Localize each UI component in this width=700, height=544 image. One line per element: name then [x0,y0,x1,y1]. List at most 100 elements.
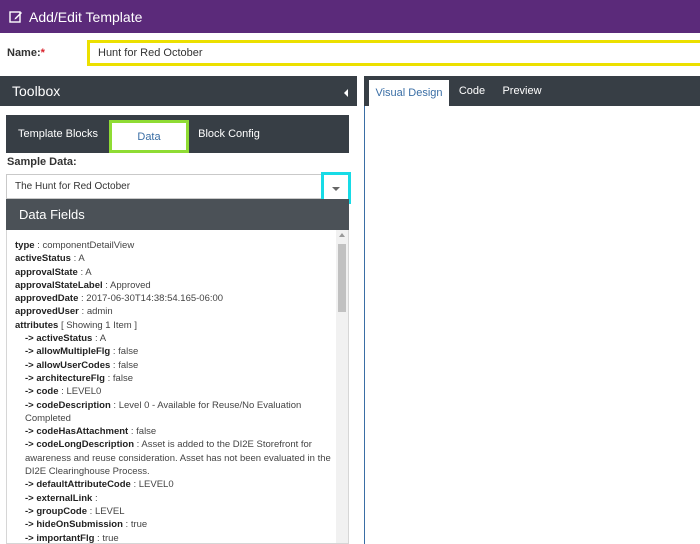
data-field-value: 2017-06-30T14:38:54.165-06:00 [86,293,224,305]
data-field-key: approvalState [15,266,78,278]
data-field-row: approvedUser : admin [15,305,335,318]
data-field-value: false [112,372,133,384]
data-field-value: A [99,333,107,345]
data-field-key: -> codeLongDescription [25,439,134,451]
tab-block-config[interactable]: Block Config [189,115,269,153]
data-field-value: false [118,346,139,358]
data-field-key: activeStatus [15,253,71,265]
name-row: Name:* [0,33,700,75]
scrollbar[interactable] [336,230,348,543]
window-title: Add/Edit Template [29,8,143,25]
tab-visual-design[interactable]: Visual Design [369,80,449,106]
caret-down-icon [331,179,341,197]
data-field-row: approvalStateLabel : Approved [15,279,335,292]
data-field-key: -> codeHasAttachment [25,426,129,438]
toolbox-title: Toolbox [12,83,61,99]
data-field-row: activeStatus : A [15,252,335,265]
data-field-row: -> allowUserCodes : false [15,359,335,372]
data-field-separator: : [130,479,139,491]
name-input[interactable] [87,40,700,66]
data-field-value: LEVEL0 [138,479,174,491]
required-mark: * [40,47,45,59]
data-field-row: -> defaultAttributeCode : LEVEL0 [15,478,335,491]
toolbox-panel: Template Blocks Data Block Config Sample… [0,106,357,544]
data-field-row: -> codeDescription : Level 0 - Available… [15,399,335,426]
data-field-row: -> hideOnSubmission : true [15,518,335,531]
sample-data-select[interactable]: The Hunt for Red October [6,172,351,204]
data-field-row: -> groupCode : LEVEL [15,505,335,518]
designer-tabs: Visual Design Code Preview [364,76,700,106]
data-field-separator: : [110,359,119,371]
data-field-separator: : [92,492,98,504]
data-field-key: type [15,240,35,251]
data-field-value: admin [86,306,113,318]
data-field-key: -> allowMultipleFlg [25,346,111,358]
data-field-separator: : [87,505,95,517]
data-field-value: Approved [110,279,151,291]
data-field-row: -> codeLongDescription : Asset is added … [15,438,335,478]
data-field-value: false [136,426,157,438]
data-field-row: -> externalLink : [15,492,335,505]
data-field-key: -> groupCode [25,505,88,517]
toolbox-tabs: Template Blocks Data Block Config [6,115,349,153]
data-field-row: type : componentDetailView [15,239,335,252]
scroll-thumb[interactable] [338,244,346,312]
visual-design-canvas[interactable] [364,106,700,544]
data-field-key: approvedUser [15,306,79,318]
data-field-row: -> importantFlg : true [15,532,335,544]
data-field-row: -> activeStatus : A [15,332,335,345]
data-field-key: -> externalLink [25,492,93,504]
data-field-separator: : [102,279,111,291]
data-field-separator: : [110,346,119,358]
data-field-value: LEVEL [94,505,125,517]
data-field-separator: : [104,372,113,384]
data-field-key: approvalStateLabel [15,279,103,291]
data-field-separator: : [128,426,137,438]
data-field-value: A [78,253,85,265]
data-fields-header: Data Fields [6,199,349,230]
toolbox-header: Toolbox [0,76,357,106]
data-field-value: false [118,359,139,371]
caret-left-icon[interactable] [343,85,349,103]
title-bar: Add/Edit Template [0,0,700,33]
data-field-key: -> architectureFlg [25,372,105,384]
data-field-value: [ Showing 1 Item ] [60,319,137,331]
name-label: Name:* [7,47,45,59]
data-field-key: -> hideOnSubmission [25,519,123,531]
data-field-separator: : [78,306,87,318]
data-field-row: -> allowMultipleFlg : false [15,345,335,358]
tab-code[interactable]: Code [452,76,492,106]
data-field-key: approvedDate [15,293,79,305]
edit-icon [9,10,23,24]
sample-data-value: The Hunt for Red October [15,181,131,192]
data-field-value: A [85,266,92,278]
name-label-text: Name: [7,47,41,59]
tab-preview[interactable]: Preview [497,76,547,106]
data-field-value: true [130,519,148,531]
data-field-value: true [102,532,119,544]
data-field-separator: : [110,399,119,411]
data-field-row: -> architectureFlg : false [15,372,335,385]
data-field-value: LEVEL0 [66,386,102,398]
data-field-separator: : [92,333,100,345]
data-field-key: -> activeStatus [25,333,93,345]
tab-data[interactable]: Data [109,120,189,153]
data-field-key: -> code [25,386,59,398]
data-field-key: attributes [15,319,59,331]
scroll-up-arrow-icon[interactable] [339,233,345,237]
data-field-key: -> codeDescription [25,399,111,411]
data-field-key: -> importantFlg [25,532,95,544]
data-field-row: approvalState : A [15,266,335,279]
data-fields-rows: type : componentDetailView activeStatus :… [15,239,335,544]
data-fields-list[interactable]: type : componentDetailView activeStatus :… [6,230,349,544]
data-field-row: approvedDate : 2017-06-30T14:38:54.165-0… [15,292,335,305]
data-field-row: -> code : LEVEL0 [15,385,335,398]
data-field-row: attributes [ Showing 1 Item ] [15,319,335,332]
data-field-separator: : [122,519,131,531]
data-field-key: -> defaultAttributeCode [25,479,131,491]
data-field-key: -> allowUserCodes [25,359,111,371]
sample-data-label: Sample Data: [7,156,77,168]
data-field-value: componentDetailView [42,240,135,251]
tab-template-blocks[interactable]: Template Blocks [6,115,110,153]
data-field-row: -> codeHasAttachment : false [15,425,335,438]
